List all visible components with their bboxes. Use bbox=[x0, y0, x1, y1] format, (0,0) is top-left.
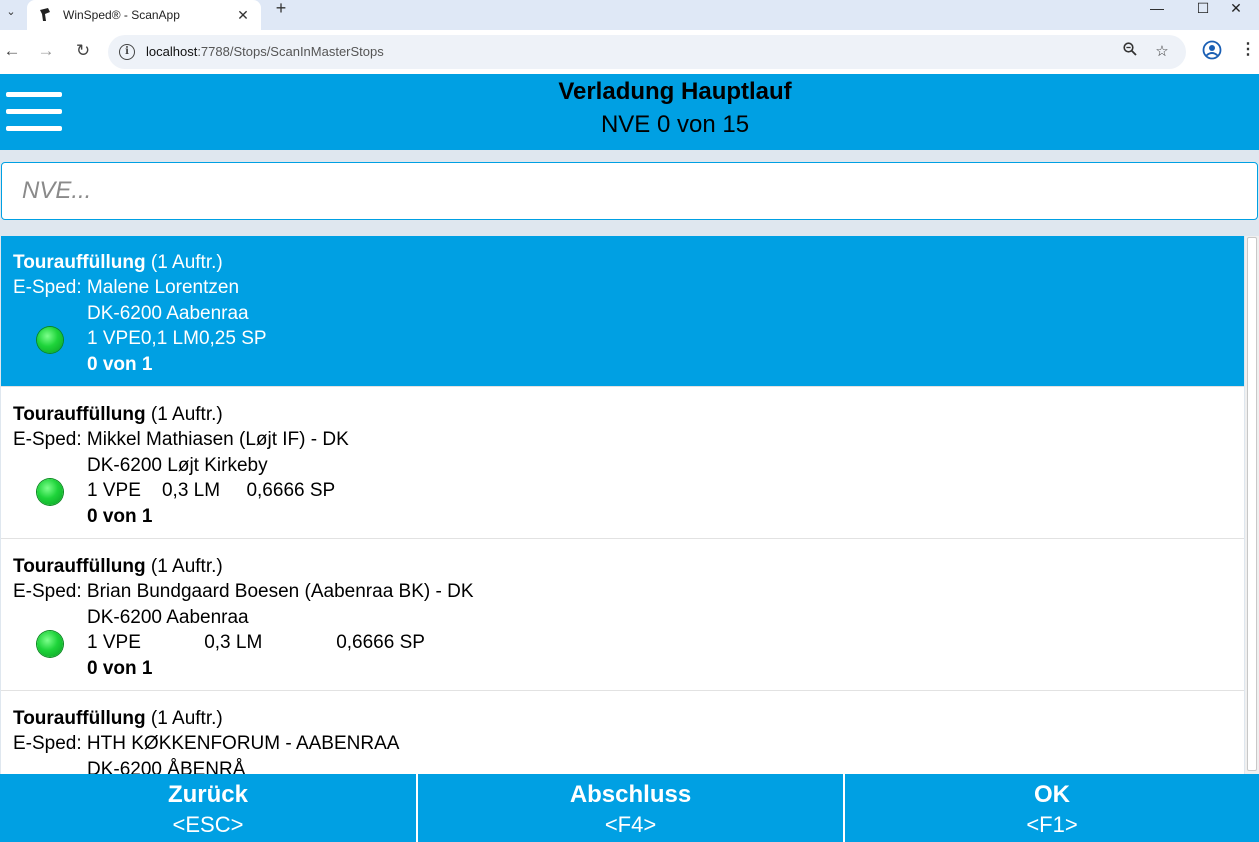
new-tab-icon[interactable]: + bbox=[270, 0, 292, 18]
page-title: Verladung Hauptlauf bbox=[558, 78, 792, 105]
stop-metrics: 1 VPE0,1 LM0,25 SP bbox=[87, 328, 267, 349]
stop-list: Tourauffüllung (1 Auftr.) E-Sped: Malene… bbox=[1, 236, 1244, 774]
stop-progress: 0 von 1 bbox=[87, 506, 153, 527]
scan-counter: NVE 0 von 15 bbox=[600, 111, 750, 138]
back-button-key: <ESC> bbox=[172, 812, 244, 837]
stop-list-item[interactable]: Tourauffüllung (1 Auftr.) E-Sped: Brian … bbox=[1, 540, 1244, 691]
stop-order-count: (1 Auftr.) bbox=[150, 708, 223, 729]
stop-list-item[interactable]: Tourauffüllung (1 Auftr.) E-Sped: Mikkel… bbox=[1, 388, 1244, 539]
address-bar[interactable]: i localhost:7788/Stops/ScanInMasterStops… bbox=[108, 35, 1186, 69]
stop-address: DK-6200 ÅBENRÅ bbox=[87, 759, 246, 774]
stop-order-count: (1 Auftr.) bbox=[150, 404, 223, 425]
footer-bar: Zurück <ESC> Abschluss <F4> OK <F1> bbox=[0, 774, 1259, 842]
status-dot-icon bbox=[37, 631, 63, 657]
stop-order-count: (1 Auftr.) bbox=[150, 252, 223, 273]
list-scrollbar[interactable] bbox=[1245, 236, 1259, 774]
stop-list-item[interactable]: Tourauffüllung (1 Auftr.) E-Sped: HTH KØ… bbox=[1, 692, 1244, 774]
stop-consignee: E-Sped: Brian Bundgaard Boesen (Aabenraa… bbox=[13, 581, 474, 602]
back-button[interactable]: Zurück <ESC> bbox=[0, 774, 416, 842]
ok-button-key: <F1> bbox=[1026, 812, 1078, 837]
close-tour-button-label: Abschluss bbox=[569, 781, 692, 808]
scanner-favicon-icon bbox=[37, 6, 55, 24]
scrollbar-thumb[interactable] bbox=[1247, 237, 1257, 771]
stop-heading: Tourauffüllung bbox=[13, 252, 146, 273]
back-arrow-icon[interactable]: ← bbox=[0, 40, 24, 64]
browser-tab[interactable]: WinSped® - ScanApp ✕ bbox=[27, 0, 261, 30]
stop-heading: Tourauffüllung bbox=[13, 556, 146, 577]
stop-list-item[interactable]: Tourauffüllung (1 Auftr.) E-Sped: Malene… bbox=[1, 236, 1244, 387]
site-info-icon[interactable]: i bbox=[119, 44, 135, 60]
stop-consignee: E-Sped: HTH KØKKENFORUM - AABENRAA bbox=[13, 733, 400, 754]
stop-progress: 0 von 1 bbox=[87, 354, 153, 375]
stop-address: DK-6200 Løjt Kirkeby bbox=[87, 455, 268, 476]
stop-address: DK-6200 Aabenraa bbox=[87, 607, 249, 628]
status-dot-icon bbox=[37, 479, 63, 505]
stop-metrics: 1 VPE 0,3 LM 0,6666 SP bbox=[87, 632, 425, 653]
url-text[interactable]: localhost:7788/Stops/ScanInMasterStops bbox=[146, 44, 384, 59]
scan-app: Verladung Hauptlauf NVE 0 von 15 Tourauf… bbox=[0, 74, 1259, 842]
zoom-icon[interactable] bbox=[1120, 42, 1140, 62]
forward-arrow-icon[interactable]: → bbox=[34, 40, 58, 64]
close-tour-button[interactable]: Abschluss <F4> bbox=[418, 774, 843, 842]
stop-consignee: E-Sped: Mikkel Mathiasen (Løjt IF) - DK bbox=[13, 429, 349, 450]
profile-icon[interactable] bbox=[1202, 40, 1224, 62]
ok-button-label: OK bbox=[1034, 781, 1070, 808]
reload-icon[interactable]: ↻ bbox=[71, 40, 95, 64]
back-button-label: Zurück bbox=[167, 781, 248, 808]
minimize-icon[interactable]: — bbox=[1134, 0, 1180, 18]
close-tour-button-key: <F4> bbox=[604, 812, 657, 837]
nve-input[interactable] bbox=[1, 162, 1258, 220]
tab-title: WinSped® - ScanApp bbox=[63, 8, 180, 22]
stop-heading: Tourauffüllung bbox=[13, 404, 146, 425]
stop-address: DK-6200 Aabenraa bbox=[87, 303, 249, 324]
window-close-icon[interactable]: ✕ bbox=[1213, 0, 1259, 18]
stop-heading: Tourauffüllung bbox=[13, 708, 146, 729]
browser-tab-strip: ⌄ WinSped® - ScanApp ✕ + — ☐ ✕ bbox=[0, 0, 1259, 30]
stop-order-count: (1 Auftr.) bbox=[150, 556, 223, 577]
ok-button[interactable]: OK <F1> bbox=[845, 774, 1259, 842]
bookmark-star-icon[interactable]: ☆ bbox=[1152, 42, 1172, 62]
status-dot-icon bbox=[37, 327, 63, 353]
stop-metrics: 1 VPE 0,3 LM 0,6666 SP bbox=[87, 480, 336, 501]
tab-close-icon[interactable]: ✕ bbox=[235, 7, 251, 24]
tab-search-chevron-icon[interactable]: ⌄ bbox=[0, 0, 22, 22]
stop-progress: 0 von 1 bbox=[87, 658, 153, 679]
app-header: Verladung Hauptlauf NVE 0 von 15 bbox=[0, 74, 1259, 150]
browser-toolbar: ← → ↻ i localhost:7788/Stops/ScanInMaste… bbox=[0, 30, 1259, 74]
stop-consignee: E-Sped: Malene Lorentzen bbox=[13, 277, 240, 298]
more-menu-icon[interactable]: ⋮ bbox=[1240, 40, 1256, 62]
